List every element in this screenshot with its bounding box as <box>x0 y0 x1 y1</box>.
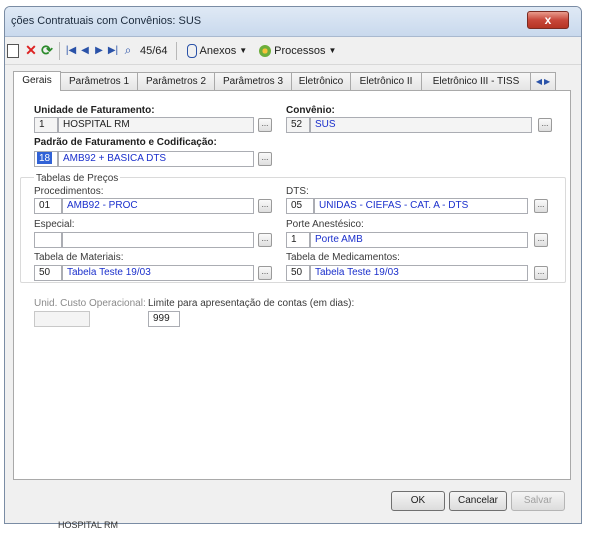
title-bar: ções Contratuais com Convênios: SUS x <box>5 7 581 37</box>
chevron-down-icon: ▼ <box>239 46 248 55</box>
padrao-lookup-button[interactable]: ... <box>258 152 272 166</box>
dts-label: DTS: <box>286 186 309 197</box>
tab-parametros-1[interactable]: Parâmetros 1 <box>60 72 138 91</box>
processos-label: Processos <box>274 44 326 57</box>
save-button[interactable]: Salvar <box>511 491 565 511</box>
cancel-button[interactable]: Cancelar <box>449 491 507 511</box>
custo-operacional-label: Unid. Custo Operacional: <box>34 298 146 309</box>
tab-eletronico-ii[interactable]: Eletrônico II <box>350 72 422 91</box>
especial-label: Especial: <box>34 219 75 230</box>
unidade-lookup-button[interactable]: ... <box>258 118 272 132</box>
record-counter: 45/64 <box>140 44 168 57</box>
convenio-name-field[interactable]: SUS <box>310 117 532 133</box>
procedimentos-name-field[interactable]: AMB92 - PROC <box>62 198 254 214</box>
padrao-code-field[interactable]: 18 <box>34 151 58 167</box>
tab-panel-gerais: Unidade de Faturamento: 1 HOSPITAL RM ..… <box>13 90 571 480</box>
porte-name-field[interactable]: Porte AMB <box>310 232 528 248</box>
materiais-label: Tabela de Materiais: <box>34 252 124 263</box>
button-bar: OK Cancelar Salvar <box>5 485 581 523</box>
toolbar-separator <box>59 41 60 60</box>
first-record-icon[interactable]: |◀ <box>64 41 78 61</box>
toolbar: ✕ ⟳ |◀ ◀ ▶ ▶| ⌕ 45/64 Anexos ▼ Processos… <box>5 37 581 65</box>
tab-eletronico[interactable]: Eletrônico <box>291 72 351 91</box>
anexos-label: Anexos <box>199 44 237 57</box>
convenio-code-field[interactable]: 52 <box>286 117 310 133</box>
refresh-icon[interactable]: ⟳ <box>39 41 55 61</box>
tabelas-precos-title: Tabelas de Preços <box>34 173 121 184</box>
medicamentos-label: Tabela de Medicamentos: <box>286 252 400 263</box>
convenio-lookup-button[interactable]: ... <box>538 118 552 132</box>
limite-contas-label: Limite para apresentação de contas (em d… <box>148 298 355 309</box>
dts-lookup-button[interactable]: ... <box>534 199 548 213</box>
materiais-code-field[interactable]: 50 <box>34 265 62 281</box>
find-icon[interactable]: ⌕ <box>120 41 136 61</box>
procedimentos-lookup-button[interactable]: ... <box>258 199 272 213</box>
unidade-faturamento-label: Unidade de Faturamento: <box>34 105 155 116</box>
previous-record-icon[interactable]: ◀ <box>78 41 92 61</box>
last-record-icon[interactable]: ▶| <box>106 41 120 61</box>
custo-operacional-field <box>34 311 90 327</box>
materiais-name-field[interactable]: Tabela Teste 19/03 <box>62 265 254 281</box>
medicamentos-name-field[interactable]: Tabela Teste 19/03 <box>310 265 528 281</box>
tab-scroll-buttons[interactable]: ◀ ▶ <box>530 72 556 91</box>
dialog-window: ções Contratuais com Convênios: SUS x ✕ … <box>4 6 582 524</box>
delete-icon[interactable]: ✕ <box>23 41 39 61</box>
new-record-icon[interactable] <box>7 43 19 58</box>
toolbar-separator <box>175 41 177 60</box>
tab-strip: Gerais Parâmetros 1 Parâmetros 2 Parâmet… <box>13 71 571 91</box>
gear-icon <box>259 44 272 57</box>
medicamentos-lookup-button[interactable]: ... <box>534 266 548 280</box>
dts-name-field[interactable]: UNIDAS - CIEFAS - CAT. A - DTS <box>314 198 528 214</box>
chevron-right-icon[interactable]: ▶ <box>544 73 550 91</box>
convenio-label: Convênio: <box>286 105 335 116</box>
porte-anestesico-label: Porte Anestésico: <box>286 219 364 230</box>
anexos-menu-button[interactable]: Anexos ▼ <box>186 43 248 58</box>
procedimentos-label: Procedimentos: <box>34 186 104 197</box>
padrao-faturamento-label: Padrão de Faturamento e Codificação: <box>34 137 217 148</box>
close-button[interactable]: x <box>527 11 569 29</box>
dts-code-field[interactable]: 05 <box>286 198 314 214</box>
limite-contas-field[interactable]: 999 <box>148 311 180 327</box>
unidade-name-field[interactable]: HOSPITAL RM <box>58 117 254 133</box>
especial-name-field[interactable] <box>62 232 254 248</box>
porte-lookup-button[interactable]: ... <box>534 233 548 247</box>
padrao-code-selection: 18 <box>37 152 53 164</box>
next-record-icon[interactable]: ▶ <box>92 41 106 61</box>
tab-parametros-3[interactable]: Parâmetros 3 <box>214 72 292 91</box>
chevron-down-icon: ▼ <box>328 46 337 55</box>
ok-button[interactable]: OK <box>391 491 445 511</box>
especial-lookup-button[interactable]: ... <box>258 233 272 247</box>
status-bar-text: HOSPITAL RM <box>58 520 119 530</box>
especial-code-field[interactable] <box>34 232 62 248</box>
tab-gerais[interactable]: Gerais <box>13 71 61 91</box>
tab-eletronico-iii-tiss[interactable]: Eletrônico III - TISS <box>421 72 531 91</box>
window-title: ções Contratuais com Convênios: SUS <box>11 15 202 27</box>
unidade-code-field[interactable]: 1 <box>34 117 58 133</box>
materiais-lookup-button[interactable]: ... <box>258 266 272 280</box>
paperclip-icon <box>186 43 197 58</box>
tab-parametros-2[interactable]: Parâmetros 2 <box>137 72 215 91</box>
padrao-name-field[interactable]: AMB92 + BASICA DTS <box>58 151 254 167</box>
processos-menu-button[interactable]: Processos ▼ <box>259 44 337 57</box>
medicamentos-code-field[interactable]: 50 <box>286 265 310 281</box>
chevron-left-icon[interactable]: ◀ <box>536 73 542 91</box>
procedimentos-code-field[interactable]: 01 <box>34 198 62 214</box>
porte-code-field[interactable]: 1 <box>286 232 310 248</box>
